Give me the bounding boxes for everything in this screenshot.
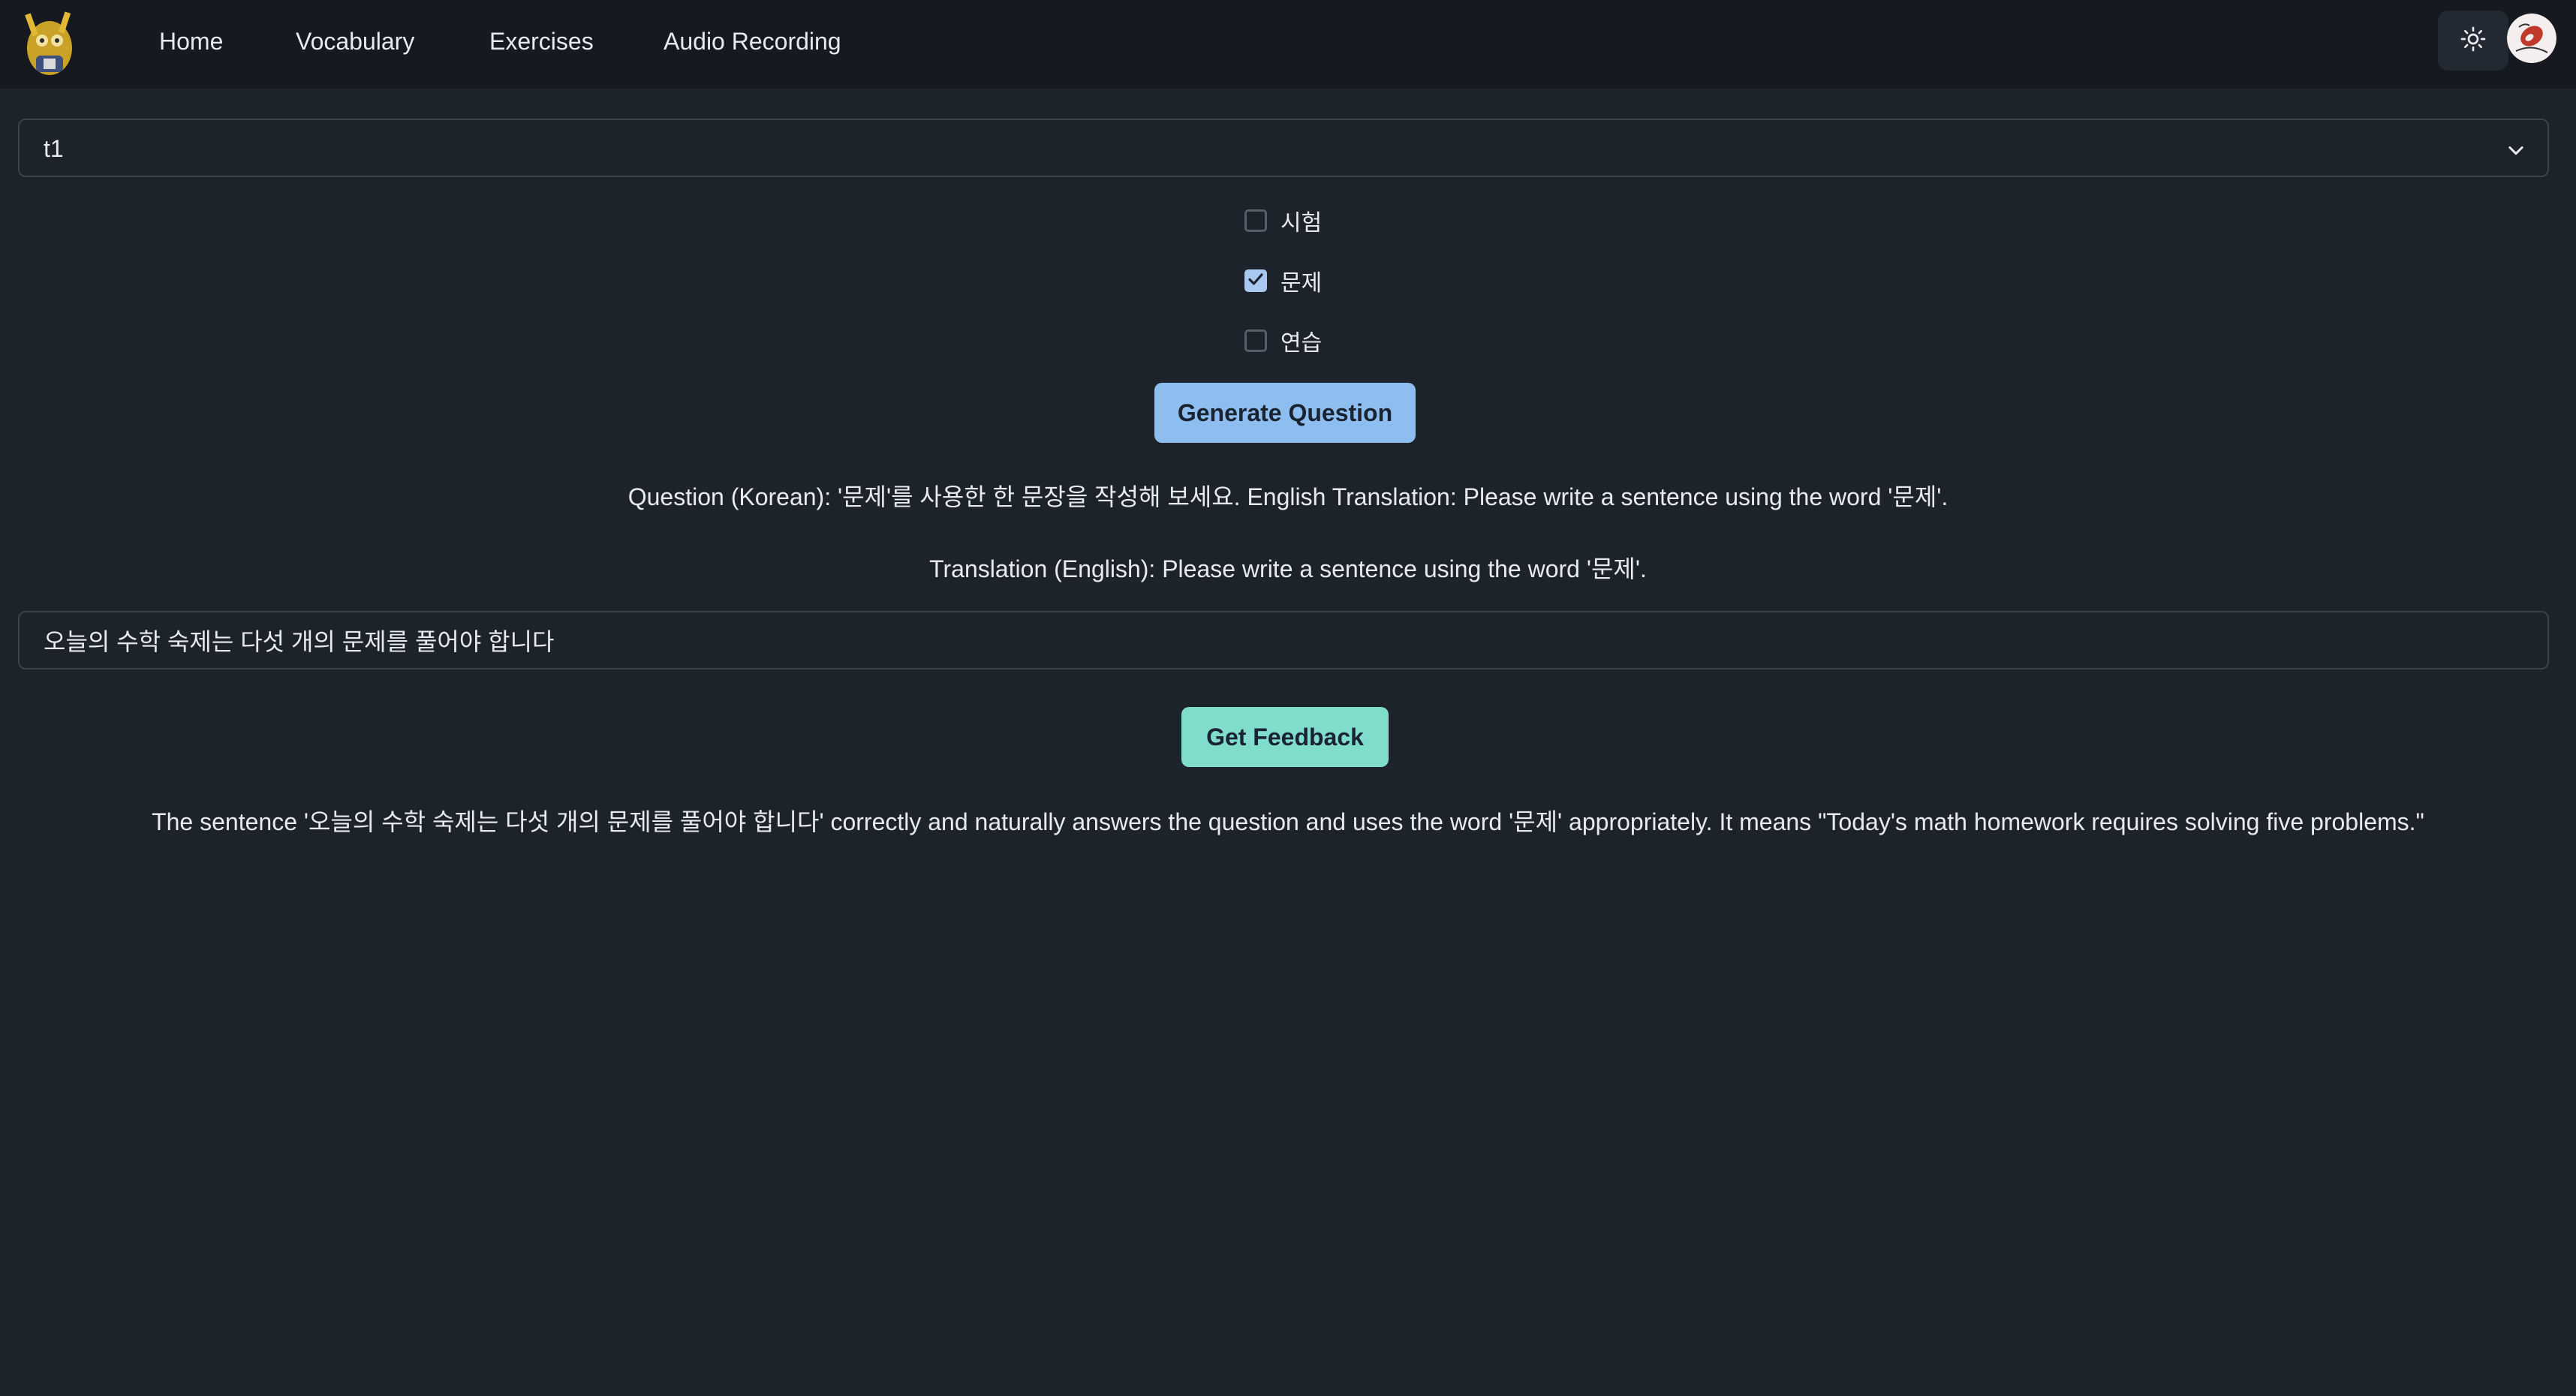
feedback-text: The sentence '오늘의 수학 숙제는 다섯 개의 문제를 풀어야 합…: [152, 808, 2424, 835]
nav-home[interactable]: Home: [159, 26, 223, 57]
sun-icon: [2460, 26, 2487, 56]
word-label-2: 연습: [1280, 330, 1323, 357]
question-text: Question (Korean): '문제'를 사용한 한 문장을 작성해 보…: [627, 483, 1949, 510]
word-option-1[interactable]: 문제: [1244, 264, 1322, 297]
generate-question-button[interactable]: Generate Question: [1154, 383, 1416, 443]
word-label-0: 시험: [1280, 210, 1323, 236]
navbar: Home Vocabulary Exercises Audio Recordin…: [0, 0, 2576, 89]
nav-audio-recording[interactable]: Audio Recording: [664, 26, 841, 57]
translation-text: Translation (English): Please write a se…: [929, 555, 1647, 582]
nav-vocabulary[interactable]: Vocabulary: [296, 26, 414, 57]
theme-toggle-button[interactable]: [2438, 11, 2508, 71]
word-option-2[interactable]: 연습: [1244, 324, 1322, 357]
get-feedback-button[interactable]: Get Feedback: [1181, 707, 1389, 767]
app-logo[interactable]: [21, 6, 78, 78]
page: Home Vocabulary Exercises Audio Recordin…: [0, 0, 2576, 1396]
word-label-1: 문제: [1280, 270, 1323, 296]
check-icon: [1247, 270, 1265, 292]
nav-exercises[interactable]: Exercises: [489, 26, 594, 57]
word-checkbox-1[interactable]: [1244, 269, 1267, 292]
word-checkbox-0[interactable]: [1244, 209, 1267, 232]
deck-select[interactable]: t1: [18, 119, 2549, 177]
avatar[interactable]: [2507, 14, 2556, 63]
deck-select-value: t1: [44, 135, 64, 162]
word-checkbox-2[interactable]: [1244, 329, 1267, 352]
chevron-down-icon: [2505, 140, 2526, 161]
answer-input[interactable]: [18, 611, 2549, 669]
word-option-0[interactable]: 시험: [1244, 204, 1322, 237]
